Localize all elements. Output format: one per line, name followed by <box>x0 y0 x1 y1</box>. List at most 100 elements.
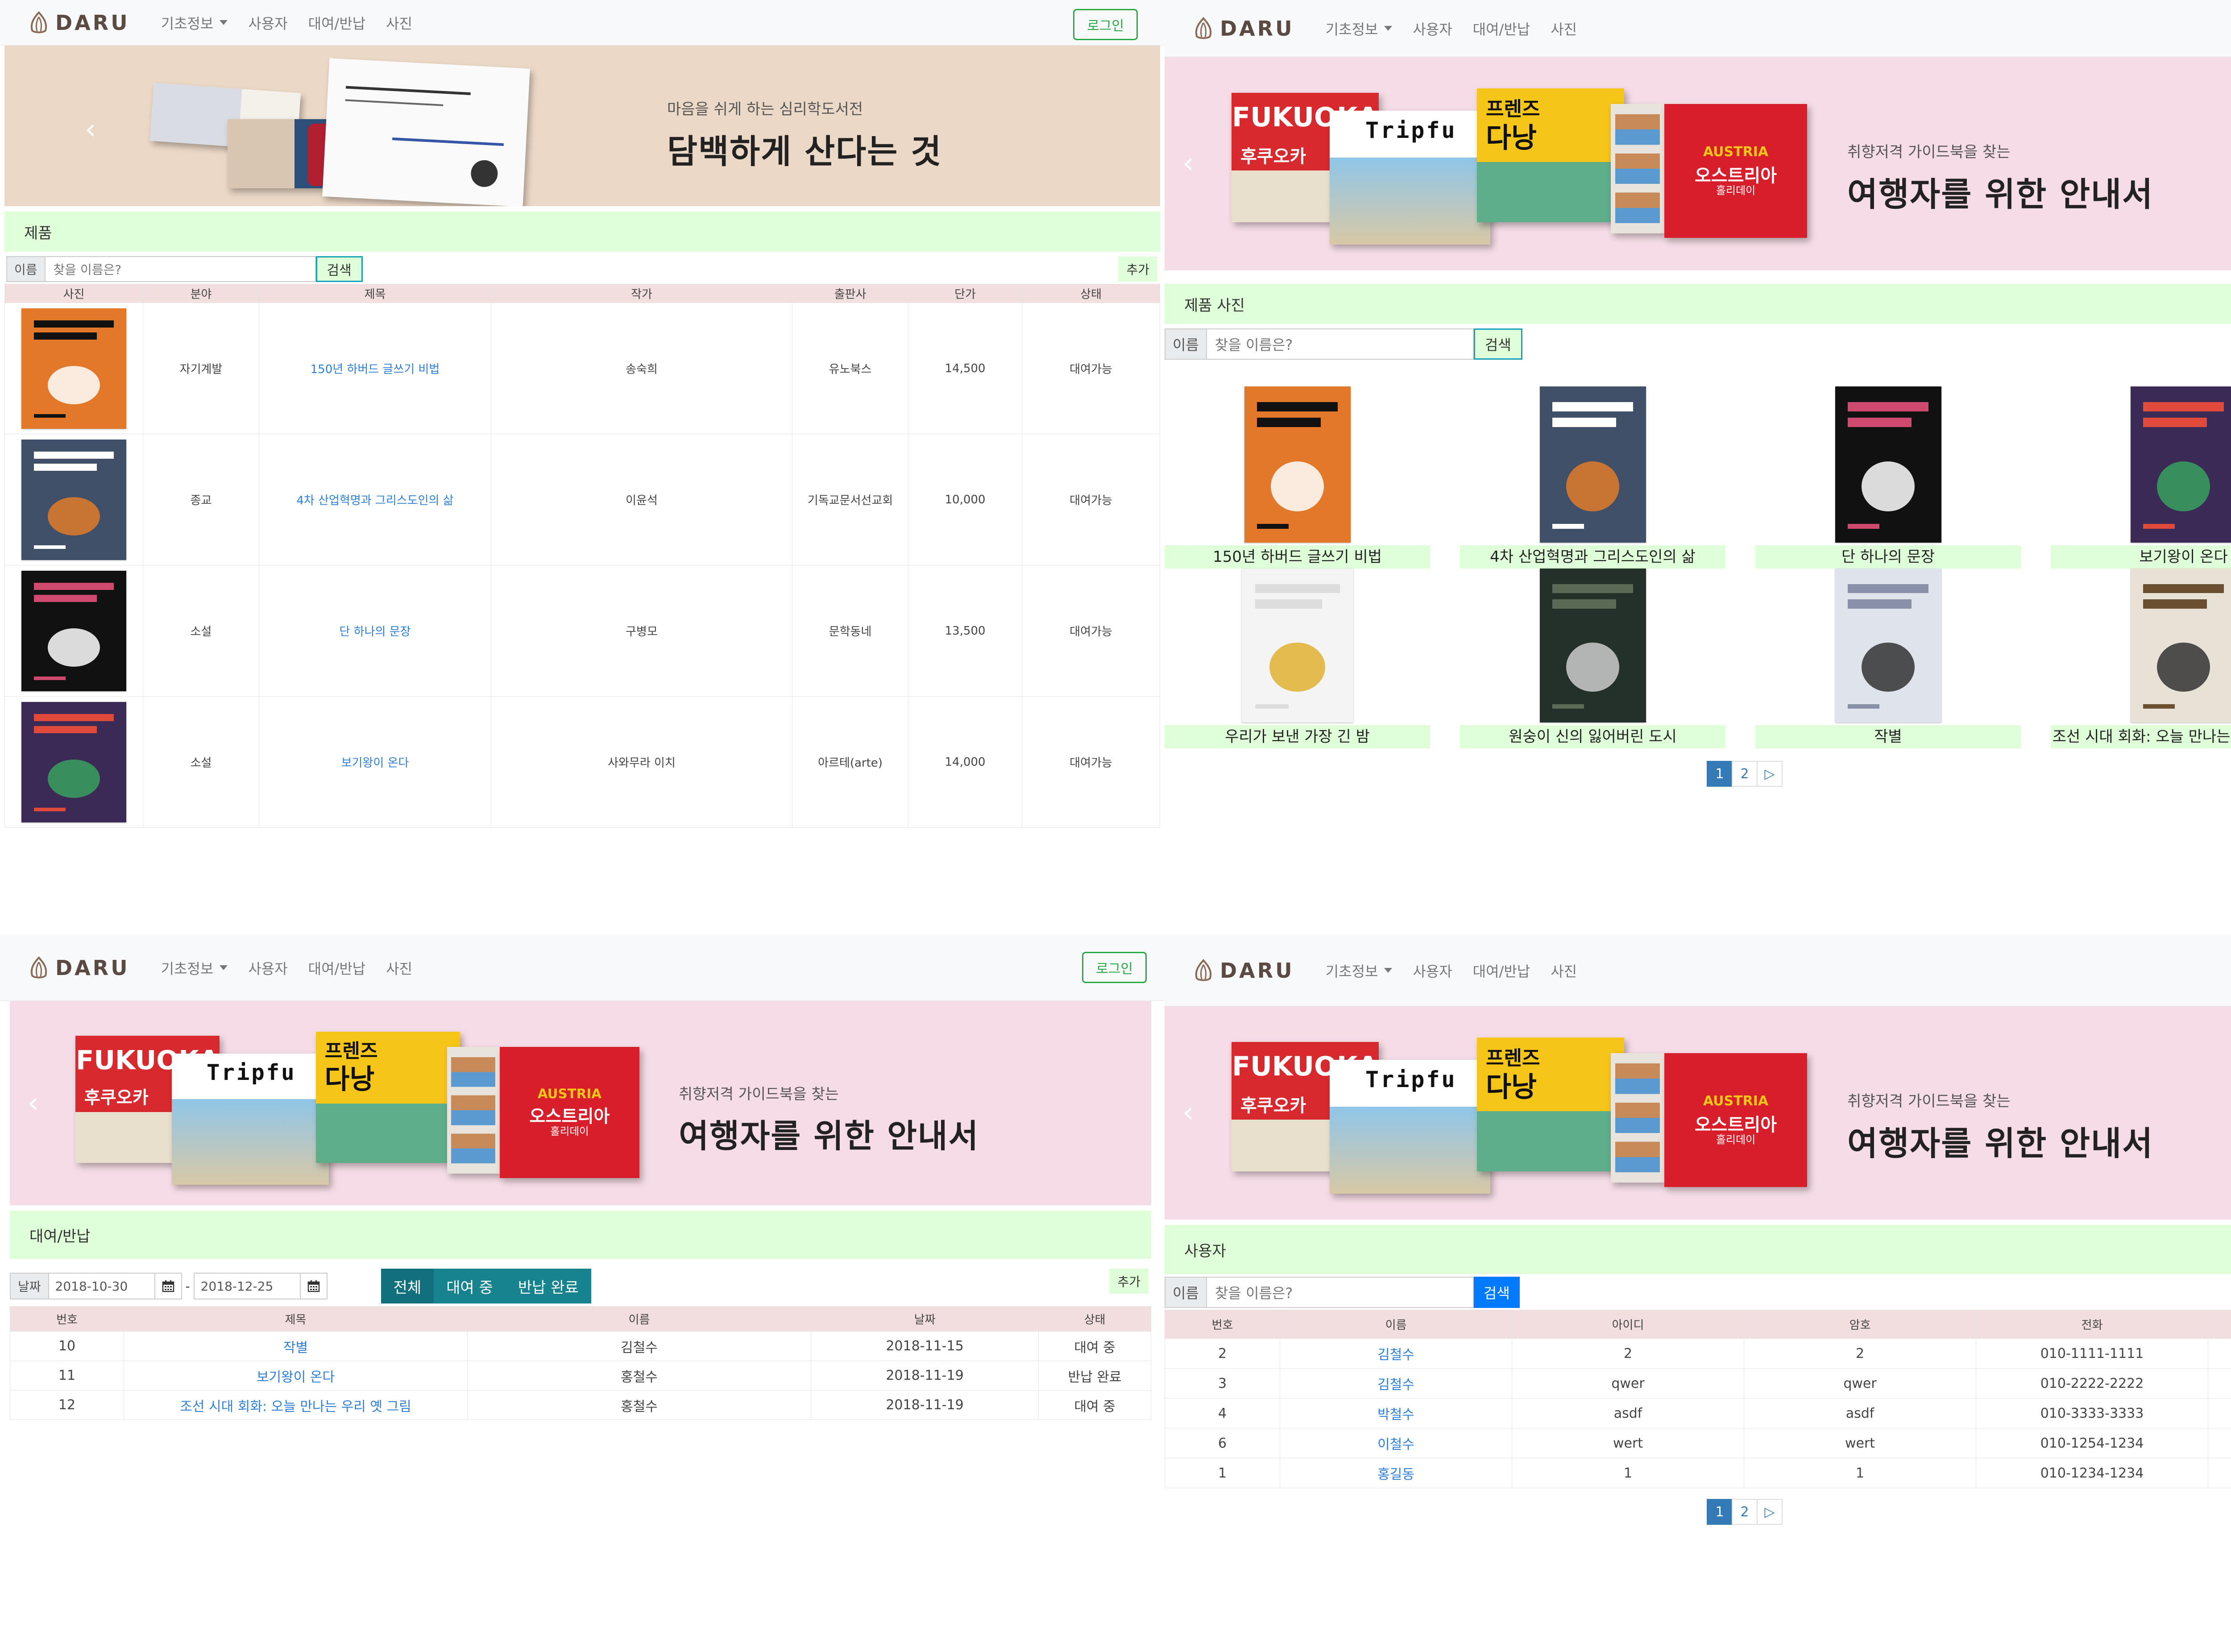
col-header[interactable]: 작가 <box>491 284 792 303</box>
nav-photos[interactable]: 사진 <box>386 958 412 978</box>
book-cover-image[interactable] <box>2130 569 2231 722</box>
carousel-prev-icon[interactable]: ‹ <box>27 1087 39 1120</box>
search-button[interactable]: 검색 <box>1473 1277 1520 1308</box>
title-link[interactable]: 작별 <box>124 1331 468 1361</box>
date-from-input[interactable]: 2018-10-30 <box>48 1273 155 1299</box>
next-page-button[interactable]: ▷ <box>1757 1499 1783 1525</box>
table-row[interactable]: 12 조선 시대 회화: 오늘 만나는 우리 옛 그림 홍철수 2018-11-19 대… <box>10 1390 1151 1420</box>
filter-rented-button[interactable]: 대여 중 <box>434 1269 506 1303</box>
title-link[interactable]: 4차 산업혁명과 그리스도인의 삶 <box>259 434 491 565</box>
next-page-button[interactable]: ▷ <box>1757 761 1783 787</box>
nav-photos[interactable]: 사진 <box>386 12 412 33</box>
nav-rental[interactable]: 대여/반납 <box>1473 18 1530 39</box>
logo[interactable]: DARU <box>1191 17 1294 41</box>
logo[interactable]: DARU <box>27 11 130 35</box>
col-header[interactable]: 번호 <box>10 1306 124 1332</box>
nav-users[interactable]: 사용자 <box>1413 960 1452 981</box>
gallery-item[interactable]: 원숭이 신의 잃어버린 도시 <box>1460 569 1725 748</box>
title-link[interactable]: 조선 시대 회화: 오늘 만나는 우리 옛 그림 <box>124 1390 468 1420</box>
gallery-caption[interactable]: 우리가 보낸 가장 긴 밤 <box>1165 725 1430 748</box>
table-row[interactable]: 4박철수asdfasdf010-3333-3333사용자 <box>1165 1398 2231 1428</box>
book-cover-image[interactable] <box>1835 386 1941 543</box>
book-cover-image[interactable] <box>21 570 126 691</box>
col-header[interactable]: 상태 <box>1022 284 1160 303</box>
login-button[interactable]: 로그인 <box>1073 9 1138 40</box>
nav-photos[interactable]: 사진 <box>1551 18 1577 39</box>
col-header[interactable]: 이름 <box>1280 1310 1512 1339</box>
nav-users[interactable]: 사용자 <box>1413 18 1452 39</box>
col-header[interactable]: 제목 <box>124 1306 468 1332</box>
table-row[interactable]: 11 보기왕이 온다 홍철수 2018-11-19 반납 완료 <box>10 1361 1151 1391</box>
col-header[interactable]: 사진 <box>4 284 143 303</box>
gallery-item[interactable]: 150년 하버드 글쓰기 비법 <box>1165 386 1430 569</box>
title-link[interactable]: 보기왕이 온다 <box>259 696 491 828</box>
nav-photos[interactable]: 사진 <box>1551 960 1577 981</box>
col-header[interactable]: 암호 <box>1744 1310 1976 1339</box>
col-header[interactable]: 출판사 <box>792 284 908 303</box>
nav-rental[interactable]: 대여/반납 <box>1473 960 1530 981</box>
search-button[interactable]: 검색 <box>1473 328 1522 360</box>
search-input[interactable]: 찾을 이름은? <box>1206 328 1474 360</box>
name-link[interactable]: 김철수 <box>1280 1338 1512 1369</box>
nav-basic-info[interactable]: 기초정보 <box>1326 18 1393 39</box>
gallery-caption[interactable]: 작별 <box>1755 725 2021 748</box>
title-link[interactable]: 150년 하버드 글쓰기 비법 <box>259 303 491 434</box>
col-header[interactable]: 번호 <box>1165 1310 1280 1339</box>
search-button[interactable]: 검색 <box>315 256 363 282</box>
date-to-input[interactable]: 2018-12-25 <box>193 1273 301 1299</box>
add-button[interactable]: 추가 <box>1109 1269 1149 1294</box>
gallery-caption[interactable]: 단 하나의 문장 <box>1755 545 2021 569</box>
page-2-button[interactable]: 2 <box>1732 1499 1758 1525</box>
book-cover-image[interactable] <box>21 701 126 822</box>
book-cover-image[interactable] <box>1539 386 1646 543</box>
search-input[interactable]: 찾을 이름은? <box>44 256 316 282</box>
nav-rental[interactable]: 대여/반납 <box>308 12 366 33</box>
table-row[interactable]: 3김철수qwerqwer010-2222-2222사용자 <box>1165 1368 2231 1399</box>
nav-basic-info[interactable]: 기초정보 <box>1326 960 1393 981</box>
login-button[interactable]: 로그인 <box>1082 952 1147 983</box>
carousel-prev-icon[interactable]: ‹ <box>85 113 96 146</box>
filter-returned-button[interactable]: 반납 완료 <box>505 1269 591 1303</box>
gallery-item[interactable]: 작별 <box>1755 569 2021 748</box>
nav-basic-info[interactable]: 기초정보 <box>161 958 228 978</box>
add-button[interactable]: 추가 <box>1118 257 1157 282</box>
logo[interactable]: DARU <box>1191 959 1294 983</box>
book-cover-image[interactable] <box>1241 569 1353 722</box>
gallery-item[interactable]: 4차 산업혁명과 그리스도인의 삶 <box>1460 386 1725 569</box>
gallery-caption[interactable]: 보기왕이 온다 <box>2051 545 2231 569</box>
title-link[interactable]: 단 하나의 문장 <box>259 565 491 697</box>
filter-all-button[interactable]: 전체 <box>381 1269 434 1303</box>
col-header[interactable]: 날짜 <box>811 1306 1039 1332</box>
table-row[interactable]: 6이철수wertwert010-1254-1234사용자 <box>1165 1428 2231 1458</box>
col-header[interactable]: 제목 <box>259 284 491 303</box>
gallery-item[interactable]: 조선 시대 회화: 오늘 만나는 우리 옛 그림 <box>2051 569 2231 748</box>
name-link[interactable]: 홍길동 <box>1280 1458 1512 1488</box>
name-link[interactable]: 박철수 <box>1280 1398 1512 1428</box>
logo[interactable]: DARU <box>27 956 130 980</box>
col-header[interactable]: 아이디 <box>1512 1310 1744 1339</box>
book-cover-image[interactable] <box>1244 386 1351 543</box>
carousel-prev-icon[interactable]: ‹ <box>1182 1096 1194 1129</box>
book-cover-image[interactable] <box>21 439 126 560</box>
col-header[interactable]: 분야 <box>143 284 259 303</box>
table-row[interactable]: 2김철수22010-1111-1111사용자 <box>1165 1338 2231 1369</box>
table-row[interactable]: 10 작별 김철수 2018-11-15 대여 중 <box>10 1331 1151 1361</box>
gallery-caption[interactable]: 150년 하버드 글쓰기 비법 <box>1165 545 1430 569</box>
nav-users[interactable]: 사용자 <box>248 12 287 33</box>
carousel-prev-icon[interactable]: ‹ <box>1182 147 1194 180</box>
table-row[interactable]: 자기계발 150년 하버드 글쓰기 비법 송숙희 유노북스 14,500 대여가능 <box>4 303 1160 434</box>
page-2-button[interactable]: 2 <box>1732 761 1758 787</box>
gallery-item[interactable]: 보기왕이 온다 <box>2051 386 2231 569</box>
calendar-icon[interactable] <box>300 1273 328 1299</box>
col-header[interactable]: 이름 <box>467 1306 811 1332</box>
title-link[interactable]: 보기왕이 온다 <box>124 1361 468 1391</box>
nav-rental[interactable]: 대여/반납 <box>308 958 366 978</box>
col-header[interactable]: 상태 <box>1038 1306 1151 1332</box>
table-row[interactable]: 종교 4차 산업혁명과 그리스도인의 삶 이윤석 기독교문서선교회 10,000 대여가능 <box>4 434 1160 565</box>
table-row[interactable]: 소설 단 하나의 문장 구병모 문학동네 13,500 대여가능 <box>4 565 1160 697</box>
gallery-item[interactable]: 단 하나의 문장 <box>1755 386 2021 569</box>
book-cover-image[interactable] <box>1835 569 1941 722</box>
gallery-caption[interactable]: 4차 산업혁명과 그리스도인의 삶 <box>1460 545 1725 569</box>
name-link[interactable]: 이철수 <box>1280 1428 1512 1458</box>
col-header[interactable]: 전화 <box>1976 1310 2208 1339</box>
